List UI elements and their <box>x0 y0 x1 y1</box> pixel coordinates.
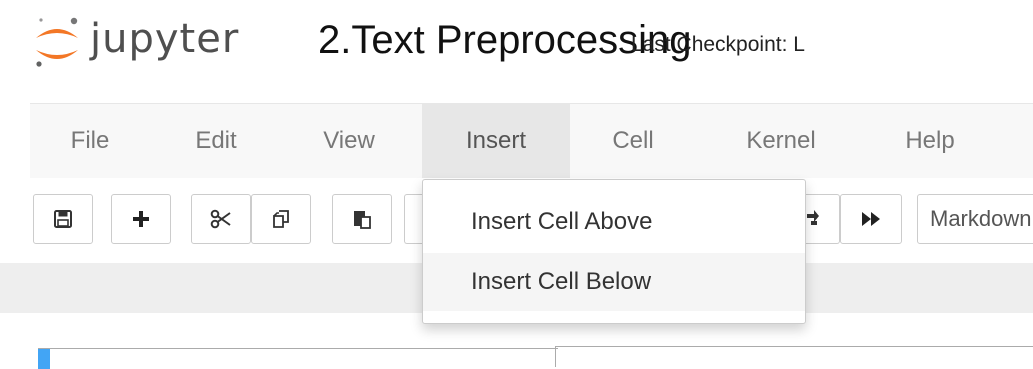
plus-icon <box>133 211 149 227</box>
menu-kernel[interactable]: Kernel <box>720 104 842 178</box>
save-button[interactable] <box>33 194 93 244</box>
insert-cell-below-item[interactable]: Insert Cell Below <box>423 253 805 311</box>
menu-bar: File Edit View Insert Cell Kernel Help <box>30 103 1033 179</box>
insert-cell-above-item[interactable]: Insert Cell Above <box>423 193 805 251</box>
toolbar-hidden-button[interactable] <box>404 194 424 244</box>
paste-icon <box>354 211 371 229</box>
menu-insert[interactable]: Insert <box>422 104 570 178</box>
restart-icon <box>806 210 819 225</box>
checkpoint-status: Last Checkpoint: L <box>631 33 805 56</box>
run-all-button[interactable] <box>840 194 902 244</box>
cell-type-select[interactable]: Markdown <box>917 194 1033 244</box>
copy-icon <box>273 210 289 228</box>
menu-edit[interactable]: Edit <box>175 104 257 178</box>
selected-cell-marker <box>38 349 50 369</box>
cell-input-area[interactable] <box>555 346 1033 367</box>
menu-cell[interactable]: Cell <box>588 104 678 178</box>
menu-file[interactable]: File <box>44 104 136 178</box>
header: jupyter 2.Text Preprocessing Last Checkp… <box>0 0 1033 100</box>
cut-button[interactable] <box>191 194 251 244</box>
cell-border <box>38 348 558 369</box>
copy-button[interactable] <box>251 194 311 244</box>
menu-help[interactable]: Help <box>882 104 978 178</box>
insert-dropdown-menu: Insert Cell Above Insert Cell Below <box>422 179 806 324</box>
paste-button[interactable] <box>332 194 392 244</box>
logo-text: jupyter <box>90 16 240 62</box>
add-cell-button[interactable] <box>111 194 171 244</box>
scissors-icon <box>210 209 231 229</box>
menu-view[interactable]: View <box>300 104 398 178</box>
jupyter-logo-icon[interactable] <box>30 12 84 74</box>
fast-forward-icon <box>862 212 880 226</box>
save-icon <box>54 210 72 228</box>
